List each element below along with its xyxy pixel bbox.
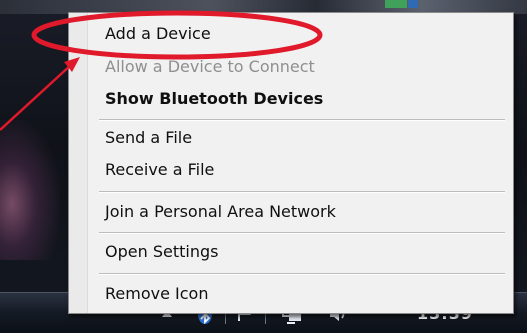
menu-item-allow-a-device-to-connect: Allow a Device to Connect <box>105 57 315 76</box>
menu-separator <box>99 191 505 193</box>
menu-separator <box>99 119 505 121</box>
menu-separator <box>99 273 505 275</box>
menu-separator <box>99 232 505 234</box>
menu-item-join-a-personal-area-network[interactable]: Join a Personal Area Network <box>105 201 336 223</box>
menu-icon-gutter <box>69 13 88 313</box>
background-window-accent-2 <box>408 0 418 8</box>
background-window-accent <box>385 0 407 8</box>
menu-item-add-a-device[interactable]: Add a Device <box>105 23 211 45</box>
menu-item-receive-a-file[interactable]: Receive a File <box>105 159 214 181</box>
menu-item-send-a-file[interactable]: Send a File <box>105 127 192 149</box>
wallpaper-glow <box>0 120 60 260</box>
desktop: 13:39 Add a Device Allow a Device to Con… <box>0 0 527 333</box>
menu-item-remove-icon[interactable]: Remove Icon <box>105 283 208 305</box>
menu-item-open-settings[interactable]: Open Settings <box>105 241 218 263</box>
bluetooth-context-menu: Add a Device Allow a Device to Connect S… <box>68 12 514 314</box>
menu-item-show-bluetooth-devices[interactable]: Show Bluetooth Devices <box>105 88 323 110</box>
